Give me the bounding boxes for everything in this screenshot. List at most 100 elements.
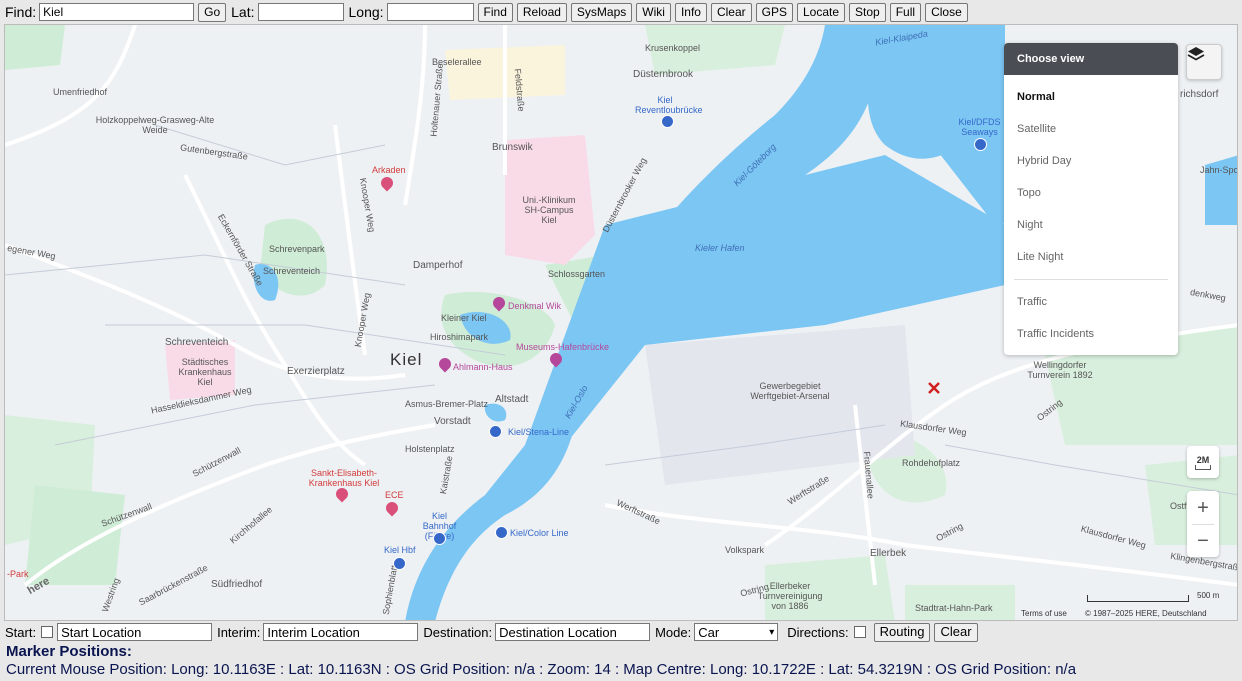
overlay-option-traffic-incidents[interactable]: Traffic Incidents: [1004, 318, 1178, 350]
mode-select[interactable]: Car ▾: [694, 623, 779, 641]
long-input[interactable]: [386, 3, 474, 21]
find-label: Find:: [5, 4, 37, 20]
long-label: Long:: [348, 4, 384, 20]
ferry-label: Kiel Reventloubrücke: [635, 95, 703, 115]
start-location-input[interactable]: [57, 623, 213, 641]
scale-bar: [1087, 595, 1189, 602]
map-canvas[interactable]: Kiel Düsternbrook Brunswik Damperhof Sch…: [4, 24, 1238, 621]
find-button[interactable]: Find: [477, 2, 513, 22]
ferry-label: Kiel/Color Line: [510, 528, 569, 538]
poi-label: Rohdehofplatz: [902, 458, 961, 468]
ferry-label: Kiel/Stena-Line: [508, 427, 570, 437]
sysmaps-button[interactable]: SysMaps: [570, 2, 633, 22]
locate-button[interactable]: Locate: [797, 2, 846, 22]
interim-label: Interim:: [217, 624, 261, 640]
street-label: Holzkoppelweg-Grasweg-Alte Weide: [95, 115, 215, 135]
marker-positions-title: Marker Positions:: [6, 643, 132, 660]
station-label: Kiel Hbf: [384, 545, 416, 555]
ferry-stop-icon[interactable]: [661, 115, 674, 128]
start-checkbox[interactable]: [41, 626, 54, 638]
area-label: Damperhof: [413, 260, 463, 271]
status-line: Current Mouse Position: Long: 10.1163E :…: [6, 661, 1077, 678]
view-option-topo[interactable]: Topo: [1004, 177, 1178, 209]
park-label: Volkspark: [725, 545, 765, 555]
ferry-stop-icon[interactable]: [974, 138, 987, 151]
view-option-hybrid-day[interactable]: Hybrid Day: [1004, 145, 1178, 177]
area-label: Schreventeich: [165, 337, 229, 348]
lat-input[interactable]: [257, 3, 344, 21]
area-label: Vorstadt: [434, 416, 471, 427]
find-input[interactable]: [39, 3, 195, 21]
minimap-toggle-button[interactable]: 2M: [1187, 446, 1219, 478]
view-option-normal[interactable]: Normal: [1004, 81, 1178, 113]
poi-label: Arkaden: [372, 165, 406, 175]
place-label: Krusenkoppel: [645, 43, 701, 53]
ruler-icon: [1195, 464, 1211, 470]
info-button[interactable]: Info: [674, 2, 707, 22]
view-option-night[interactable]: Night: [1004, 209, 1178, 241]
choose-view-panel: Choose view Normal Satellite Hybrid Day …: [1004, 43, 1178, 355]
route-clear-button[interactable]: Clear: [934, 622, 978, 642]
area-label: Gewerbegebiet Werftgebiet-Arsenal: [750, 381, 830, 401]
poi-label: Jahn-Sport: [1200, 165, 1237, 175]
close-button[interactable]: Close: [925, 2, 968, 22]
routing-bar: Start: Interim: Destination: Mode: Car ▾…: [0, 622, 1242, 642]
overlay-option-traffic[interactable]: Traffic: [1004, 286, 1178, 318]
toolbar: Find: Go Lat: Long: Find Reload SysMaps …: [0, 0, 1242, 24]
terms-link[interactable]: Terms of use: [1021, 609, 1067, 618]
park-label: Schlossgarten: [548, 269, 606, 279]
divider: [1014, 279, 1168, 280]
poi-label: Städtisches Krankenhaus Kiel: [178, 357, 232, 387]
directions-checkbox[interactable]: [853, 626, 866, 638]
view-option-lite-night[interactable]: Lite Night: [1004, 241, 1178, 273]
lat-label: Lat:: [231, 4, 255, 20]
city-label: Kiel: [390, 350, 423, 369]
station-icon[interactable]: [393, 557, 406, 570]
gps-button[interactable]: GPS: [755, 2, 793, 22]
interim-location-input[interactable]: [263, 623, 419, 641]
scale-label: 500 m: [1197, 591, 1220, 600]
ferry-stop-icon[interactable]: [489, 425, 502, 438]
mode-label: Mode:: [655, 624, 692, 640]
destination-location-input[interactable]: [495, 623, 651, 641]
poi-label: Museums-Hafenbrücke: [516, 342, 610, 352]
area-label: Ellerbek: [870, 548, 907, 559]
directions-label: Directions:: [787, 624, 849, 640]
wiki-button[interactable]: Wiki: [636, 2, 671, 22]
routing-button[interactable]: Routing: [873, 622, 931, 642]
poi-label: Sankt-Elisabeth-Krankenhaus Kiel: [308, 468, 380, 488]
water-label: Kieler Hafen: [695, 243, 745, 253]
park-label: Schreventeich: [263, 266, 321, 276]
area-label: Düsternbrook: [633, 69, 694, 80]
layers-icon: [1187, 47, 1205, 61]
mode-value: Car: [698, 624, 720, 640]
park-label: Stadtrat-Hahn-Park: [915, 603, 993, 613]
park-label: Umenfriedhof: [53, 87, 108, 97]
view-option-satellite[interactable]: Satellite: [1004, 113, 1178, 145]
area-label: richsdorf: [1180, 89, 1219, 100]
layers-button[interactable]: [1186, 44, 1222, 80]
park-label: -Park: [7, 569, 29, 579]
reload-button[interactable]: Reload: [516, 2, 567, 22]
ferry-stop-icon[interactable]: [433, 532, 446, 545]
place-label: Holstenplatz: [405, 444, 455, 454]
poi-label: Ahlmann-Haus: [453, 362, 513, 372]
full-button[interactable]: Full: [889, 2, 922, 22]
destination-label: Destination:: [423, 624, 493, 640]
park-label: Hiroshimapark: [430, 332, 489, 342]
poi-label: Uni.-Klinikum SH-Campus Kiel: [522, 195, 576, 225]
ferry-stop-icon[interactable]: [495, 526, 508, 539]
stop-button[interactable]: Stop: [849, 2, 886, 22]
go-button[interactable]: Go: [198, 2, 227, 22]
poi-label: Wellingdorfer Turnverein 1892: [1027, 360, 1093, 380]
place-label: Asmus-Bremer-Platz: [405, 399, 489, 409]
zoom-out-button[interactable]: −: [1197, 525, 1209, 557]
chevron-down-icon: ▾: [769, 626, 775, 638]
minimap-label: 2M: [1196, 454, 1210, 465]
clear-button[interactable]: Clear: [710, 2, 752, 22]
zoom-in-button[interactable]: +: [1197, 492, 1209, 524]
area-label: Südfriedhof: [211, 579, 263, 590]
ferry-label: Kiel/DFDS Seaways: [958, 117, 1001, 137]
poi-label: ECE: [385, 490, 404, 500]
area-label: Altstadt: [495, 394, 529, 405]
